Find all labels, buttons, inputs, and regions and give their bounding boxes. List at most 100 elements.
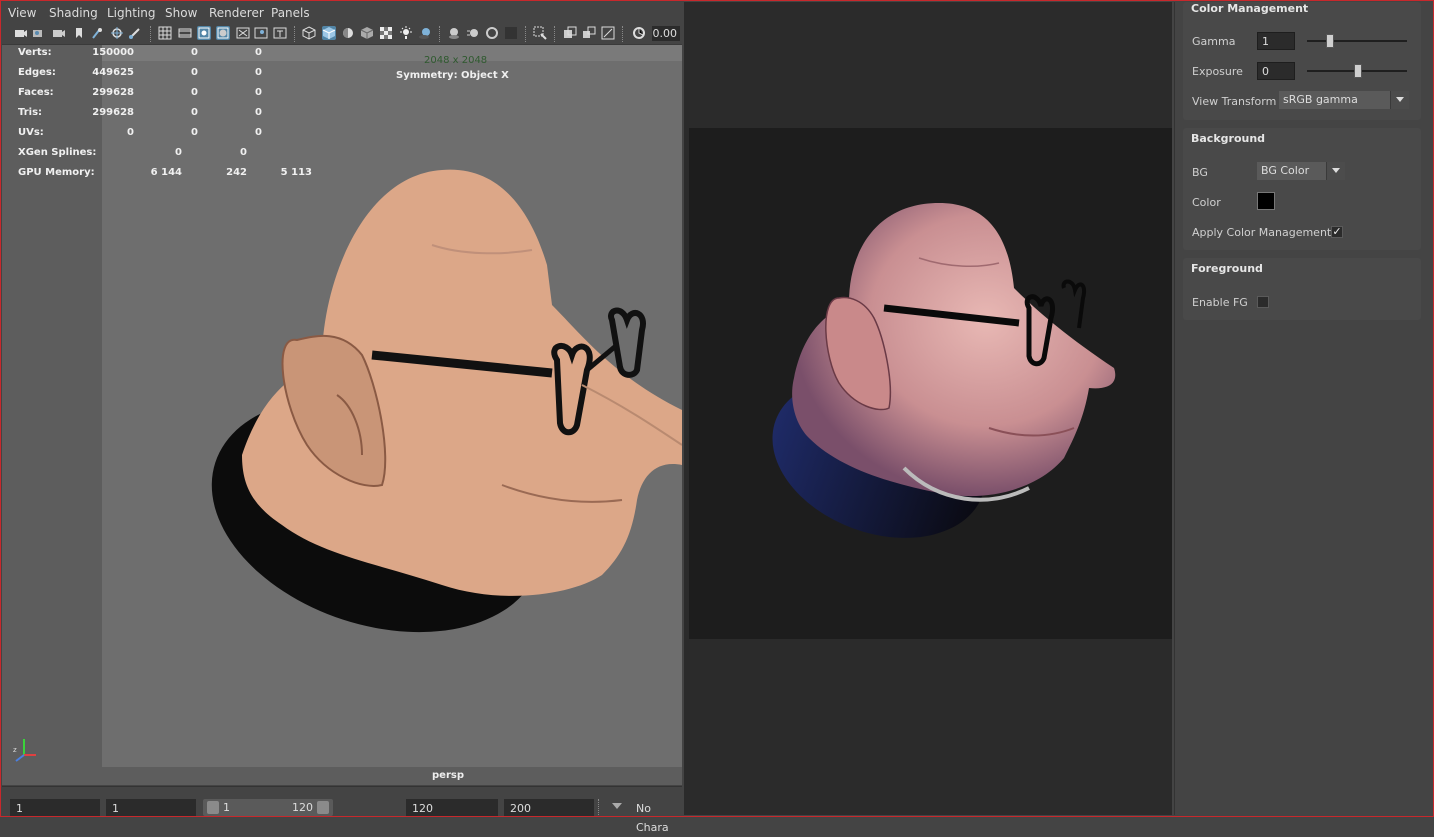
select-camera-icon[interactable]: [14, 26, 28, 40]
hud-value: 0: [191, 47, 198, 58]
menu-view[interactable]: View: [8, 6, 36, 20]
gamma-slider-handle[interactable]: [1326, 34, 1334, 48]
default-material-icon[interactable]: [341, 26, 355, 40]
range-slider[interactable]: 1 120: [203, 799, 333, 816]
view-transform-value: sRGB gamma: [1283, 93, 1358, 106]
menu-show[interactable]: Show: [165, 6, 197, 20]
isolate-select-icon[interactable]: [533, 26, 547, 40]
range-end-handle[interactable]: [317, 801, 329, 814]
bg-label: BG: [1192, 166, 1208, 179]
symmetry-label: Symmetry: Object X: [396, 70, 509, 81]
menu-panels[interactable]: Panels: [271, 6, 310, 20]
xray-joints-icon[interactable]: [582, 26, 596, 40]
screen-space-ao-icon[interactable]: [447, 26, 461, 40]
character-set-field[interactable]: No Chara: [630, 799, 682, 834]
gamma-slider[interactable]: [1307, 40, 1407, 42]
enable-fg-label: Enable FG: [1192, 296, 1248, 309]
hud-label: Faces:: [18, 87, 54, 98]
hud-value: 0: [255, 87, 262, 98]
range-start-handle[interactable]: [207, 801, 219, 814]
bg-dropdown-value: BG Color: [1261, 164, 1310, 177]
view-transform-label: View Transform: [1192, 95, 1277, 108]
bg-dropdown[interactable]: BG Color: [1257, 162, 1345, 180]
multisample-aa-icon[interactable]: [485, 26, 499, 40]
section-title[interactable]: Foreground: [1191, 262, 1263, 275]
menu-shading[interactable]: Shading: [49, 6, 98, 20]
grease-pencil-icon[interactable]: [110, 26, 124, 40]
textured-icon[interactable]: [360, 26, 374, 40]
xray-icon[interactable]: [563, 26, 577, 40]
checker-icon[interactable]: [379, 26, 393, 40]
enable-fg-checkbox[interactable]: [1257, 296, 1269, 308]
gate-mask-icon[interactable]: [216, 26, 230, 40]
resolution-label: 2048 x 2048: [424, 55, 488, 66]
hud-value: 150000: [92, 47, 134, 58]
image-plane-icon[interactable]: [72, 26, 86, 40]
bookmark-icon[interactable]: [52, 26, 66, 40]
background-color-swatch[interactable]: [1257, 192, 1275, 210]
grid-icon[interactable]: [158, 26, 172, 40]
viewport-toolbar: 0.00: [2, 24, 682, 45]
depth-of-field-icon[interactable]: [504, 26, 518, 40]
start-time-field[interactable]: 1: [10, 799, 100, 816]
exposure-slider-handle[interactable]: [1354, 64, 1362, 78]
hud-label: Tris:: [18, 107, 43, 118]
viewport-head-model: [211, 169, 682, 633]
hud-value: 299628: [92, 107, 134, 118]
toolbar-separator: [150, 26, 153, 42]
apply-color-management-checkbox[interactable]: ✓: [1331, 226, 1343, 238]
safe-title-icon[interactable]: [273, 26, 287, 40]
shadows-icon[interactable]: [418, 26, 432, 40]
toolbar-separator: [598, 799, 601, 815]
foreground-section: Foreground Enable FG: [1183, 258, 1421, 320]
safe-action-icon[interactable]: [254, 26, 268, 40]
viewport-canvas[interactable]: Verts: 150000 0 0 Edges: 449625 0 0 Face…: [2, 45, 682, 785]
exposure-icon[interactable]: [632, 26, 646, 40]
wireframe-icon[interactable]: [302, 26, 316, 40]
max-time-field[interactable]: 200: [504, 799, 594, 816]
exposure-field[interactable]: 0: [1257, 62, 1295, 80]
camera-name-label: persp: [432, 770, 464, 781]
field-chart-icon[interactable]: [236, 26, 250, 40]
section-title[interactable]: Color Management: [1191, 2, 1308, 15]
range-end-label: 120: [292, 801, 313, 814]
menu-renderer[interactable]: Renderer: [209, 6, 264, 20]
section-title[interactable]: Background: [1191, 132, 1265, 145]
time-range-bar: 1 1 1 120 120 200 No Chara: [2, 786, 682, 834]
gamma-field[interactable]: 1: [1257, 32, 1295, 50]
gamma-label: Gamma: [1192, 35, 1236, 48]
hud-label: Verts:: [18, 47, 52, 58]
background-section: Background BG BG Color Color Apply Color…: [1183, 128, 1421, 250]
viewport-menubar: View Shading Lighting Show Renderer Pane…: [2, 2, 682, 24]
view-transform-dropdown[interactable]: sRGB gamma: [1279, 91, 1409, 109]
character-set-dropdown-icon[interactable]: [612, 803, 622, 809]
rendered-head-model: [772, 203, 1116, 538]
hud-label: Edges:: [18, 67, 56, 78]
hud-value: 0: [127, 127, 134, 138]
hud-value: 0: [191, 127, 198, 138]
toolbar-separator: [525, 26, 528, 42]
film-gate-icon[interactable]: [178, 26, 192, 40]
current-time-field[interactable]: 1: [106, 799, 196, 816]
exposure-field[interactable]: 0.00: [652, 26, 680, 41]
camera-attributes-icon[interactable]: [32, 26, 46, 40]
use-all-lights-icon[interactable]: [399, 26, 413, 40]
toolbar-separator: [622, 26, 625, 42]
hud-value: 299628: [92, 87, 134, 98]
backface-icon[interactable]: [601, 26, 615, 40]
two-d-pan-icon[interactable]: [90, 26, 104, 40]
hud-value: 449625: [92, 67, 134, 78]
resolution-gate-icon[interactable]: [197, 26, 211, 40]
end-time-field[interactable]: 120: [406, 799, 498, 816]
motion-blur-icon[interactable]: [466, 26, 480, 40]
render-image[interactable]: [689, 128, 1172, 639]
hud-value: 0: [255, 47, 262, 58]
apply-color-management-label: Apply Color Management: [1192, 226, 1332, 239]
hud-value: 6 144: [150, 167, 182, 178]
chevron-down-icon: [1326, 162, 1345, 180]
paint-brush-icon[interactable]: [128, 26, 142, 40]
exposure-label: Exposure: [1192, 65, 1243, 78]
range-start-label: 1: [223, 801, 230, 814]
menu-lighting[interactable]: Lighting: [107, 6, 156, 20]
smooth-shade-icon[interactable]: [322, 26, 336, 40]
